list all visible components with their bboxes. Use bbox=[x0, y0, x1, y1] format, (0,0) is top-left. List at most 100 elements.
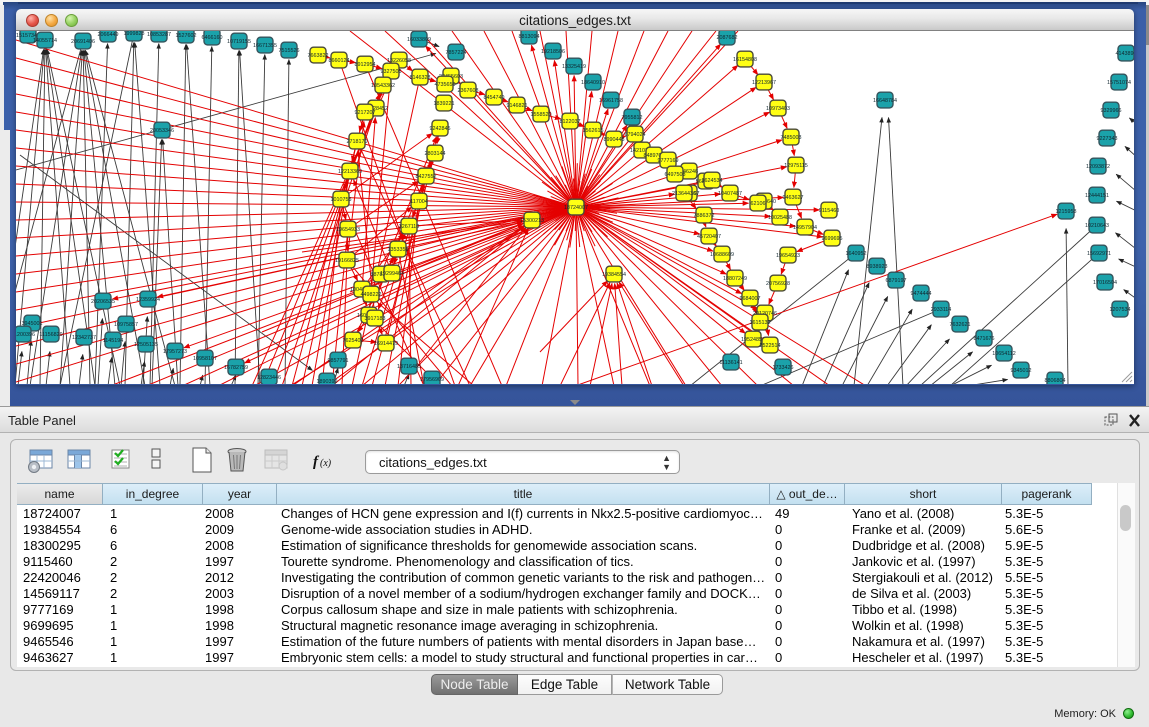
svg-text:20206535: 20206535 bbox=[91, 299, 115, 305]
svg-text:9146821: 9146821 bbox=[507, 103, 528, 109]
svg-text:8122037: 8122037 bbox=[560, 119, 581, 125]
svg-text:13716485: 13716485 bbox=[397, 364, 421, 370]
svg-text:12975115: 12975115 bbox=[784, 163, 808, 169]
svg-text:10853287: 10853287 bbox=[147, 32, 171, 38]
svg-text:21364436: 21364436 bbox=[672, 191, 696, 197]
svg-text:2718170: 2718170 bbox=[347, 139, 368, 145]
svg-text:16033809: 16033809 bbox=[407, 37, 431, 43]
svg-text:2087682: 2087682 bbox=[717, 35, 738, 41]
svg-text:12213967: 12213967 bbox=[752, 80, 776, 86]
svg-text:19654923: 19654923 bbox=[776, 253, 800, 259]
svg-text:2803144: 2803144 bbox=[425, 151, 446, 157]
svg-text:20691406: 20691406 bbox=[71, 39, 95, 45]
svg-text:8938923: 8938923 bbox=[867, 264, 888, 270]
svg-text:17957273: 17957273 bbox=[163, 349, 187, 355]
svg-text:6466160: 6466160 bbox=[202, 35, 223, 41]
svg-text:7625402: 7625402 bbox=[343, 338, 364, 344]
svg-text:10025488: 10025488 bbox=[768, 215, 792, 221]
svg-text:4735650: 4735650 bbox=[435, 82, 456, 88]
svg-text:12823446: 12823446 bbox=[257, 375, 281, 381]
svg-text:13325419: 13325419 bbox=[562, 64, 586, 70]
svg-text:2367608: 2367608 bbox=[458, 88, 479, 94]
svg-text:1353359: 1353359 bbox=[388, 247, 409, 253]
svg-text:62106: 62106 bbox=[751, 201, 766, 207]
svg-text:(x): (x) bbox=[320, 458, 332, 469]
svg-text:20053346: 20053346 bbox=[150, 128, 174, 134]
svg-text:14055714: 14055714 bbox=[33, 38, 57, 44]
svg-text:7485003: 7485003 bbox=[781, 135, 802, 141]
svg-text:18640910: 18640910 bbox=[581, 80, 605, 86]
svg-text:1624534: 1624534 bbox=[702, 178, 723, 184]
svg-text:10543362: 10543362 bbox=[371, 83, 395, 89]
svg-text:18724007: 18724007 bbox=[564, 205, 588, 211]
svg-text:7857224: 7857224 bbox=[446, 50, 467, 56]
svg-text:19166825: 19166825 bbox=[335, 258, 359, 264]
svg-text:1640952: 1640952 bbox=[846, 251, 867, 257]
svg-text:19654933: 19654933 bbox=[336, 227, 360, 233]
svg-text:9327505: 9327505 bbox=[381, 69, 402, 75]
svg-text:19384554: 19384554 bbox=[602, 272, 626, 278]
svg-text:11136141: 11136141 bbox=[719, 360, 742, 366]
svg-text:18807249: 18807249 bbox=[723, 276, 747, 282]
svg-text:9684007: 9684007 bbox=[740, 296, 761, 302]
svg-text:19218506: 19218506 bbox=[541, 49, 565, 55]
svg-text:45720407: 45720407 bbox=[697, 234, 721, 240]
svg-text:2933114: 2933114 bbox=[931, 307, 952, 313]
svg-text:f: f bbox=[313, 454, 320, 470]
svg-text:15692971: 15692971 bbox=[1087, 251, 1111, 257]
svg-text:8806804: 8806804 bbox=[1045, 378, 1066, 384]
svg-text:1145194: 1145194 bbox=[103, 338, 124, 344]
svg-text:11156829: 11156829 bbox=[39, 332, 62, 338]
svg-text:117004: 117004 bbox=[410, 199, 428, 205]
svg-text:2522514: 2522514 bbox=[760, 343, 781, 349]
svg-text:4498222: 4498222 bbox=[361, 292, 382, 298]
svg-text:9329966: 9329966 bbox=[1101, 108, 1122, 114]
svg-text:8454749: 8454749 bbox=[484, 95, 505, 101]
svg-text:21200396: 21200396 bbox=[16, 332, 35, 338]
svg-text:1010755: 1010755 bbox=[331, 197, 352, 203]
svg-text:12359924: 12359924 bbox=[136, 297, 160, 303]
svg-text:1615132: 1615132 bbox=[750, 320, 771, 326]
svg-text:9699695: 9699695 bbox=[822, 236, 843, 242]
svg-text:10975857: 10975857 bbox=[114, 322, 138, 328]
svg-text:7663822: 7663822 bbox=[308, 53, 329, 59]
svg-text:7955812: 7955812 bbox=[622, 115, 643, 121]
svg-text:8912954: 8912954 bbox=[355, 62, 376, 68]
svg-text:16782759: 16782759 bbox=[224, 365, 248, 371]
svg-text:8427552: 8427552 bbox=[416, 174, 437, 180]
svg-text:6497508: 6497508 bbox=[665, 172, 686, 178]
svg-text:2066449: 2066449 bbox=[98, 32, 119, 38]
svg-text:1215958: 1215958 bbox=[1056, 209, 1077, 215]
svg-text:10407487: 10407487 bbox=[718, 191, 742, 197]
svg-text:1562615: 1562615 bbox=[583, 128, 604, 134]
svg-text:10688609: 10688609 bbox=[710, 252, 734, 258]
svg-text:9463627: 9463627 bbox=[783, 195, 804, 201]
svg-text:16648784: 16648784 bbox=[873, 98, 897, 104]
svg-text:8336273: 8336273 bbox=[1134, 46, 1135, 52]
svg-text:8990448: 8990448 bbox=[604, 137, 625, 143]
svg-text:10719155: 10719155 bbox=[227, 39, 251, 45]
svg-text:12444151: 12444151 bbox=[1085, 193, 1109, 199]
svg-text:16671355: 16671355 bbox=[253, 43, 277, 49]
svg-text:3267110: 3267110 bbox=[399, 224, 420, 230]
svg-text:12505135: 12505135 bbox=[134, 342, 158, 348]
svg-text:8146328: 8146328 bbox=[410, 75, 431, 81]
svg-text:17956909: 17956909 bbox=[420, 377, 444, 383]
svg-text:10973403: 10973403 bbox=[766, 106, 790, 112]
svg-text:9474444: 9474444 bbox=[911, 291, 932, 297]
svg-text:12342737: 12342737 bbox=[72, 335, 96, 341]
svg-text:1839221: 1839221 bbox=[434, 101, 455, 107]
svg-text:4143890: 4143890 bbox=[1116, 51, 1135, 57]
svg-text:7632621: 7632621 bbox=[950, 322, 971, 328]
svg-text:10958107: 10958107 bbox=[193, 356, 217, 362]
svg-text:8471676: 8471676 bbox=[974, 336, 995, 342]
svg-text:1207534: 1207534 bbox=[1110, 307, 1131, 313]
svg-text:3917183: 3917183 bbox=[365, 316, 386, 322]
svg-text:19299464: 19299464 bbox=[380, 271, 404, 277]
svg-text:6794024: 6794024 bbox=[625, 132, 646, 138]
svg-text:1999828: 1999828 bbox=[124, 31, 145, 37]
svg-text:10210643: 10210643 bbox=[1085, 223, 1109, 229]
svg-text:9777169: 9777169 bbox=[658, 158, 679, 164]
svg-text:8813094: 8813094 bbox=[519, 34, 540, 40]
svg-text:14957904: 14957904 bbox=[793, 225, 817, 231]
